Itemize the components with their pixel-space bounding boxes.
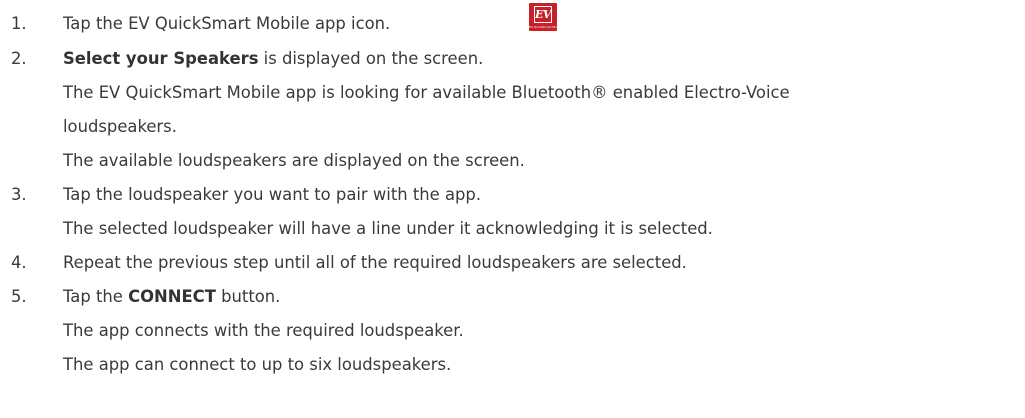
note-text: The app can connect to up to six loudspe…	[63, 355, 452, 374]
step-number: 4.	[11, 253, 27, 272]
step-text-before: Repeat the previous step until all of th…	[63, 253, 687, 272]
step-text: Select your Speakers is displayed on the…	[63, 49, 483, 69]
step-text-after: is displayed on the screen.	[258, 49, 484, 68]
step-text: Tap the CONNECT button.	[63, 287, 280, 307]
step-text-before: Tap the loudspeaker you want to pair wit…	[63, 185, 482, 204]
step-bold-text: Select your Speakers	[63, 49, 259, 68]
ev-logo-icon: EV	[534, 6, 552, 23]
step-text-after: button.	[215, 287, 281, 306]
step-text-before: Tap the EV QuickSmart Mobile app icon.	[63, 14, 391, 33]
step-text: Tap the EV QuickSmart Mobile app icon.	[63, 14, 390, 34]
step-number: 2.	[11, 49, 27, 68]
note-text: The app connects with the required louds…	[63, 321, 464, 340]
step-text-before: Tap the	[63, 287, 129, 306]
note-text: The available loudspeakers are displayed…	[63, 151, 525, 170]
step-number: 1.	[11, 14, 27, 33]
step-text: Repeat the previous step until all of th…	[63, 253, 687, 273]
note-text: The EV QuickSmart Mobile app is looking …	[63, 83, 790, 102]
step-number: 3.	[11, 185, 27, 204]
note-text: The selected loudspeaker will have a lin…	[63, 219, 713, 238]
app-icon-caption: EV QuickSmart Mobile	[529, 25, 557, 29]
step-number: 5.	[11, 287, 27, 306]
note-text: loudspeakers.	[63, 117, 177, 136]
ev-quicksmart-app-icon: EV EV QuickSmart Mobile	[529, 3, 557, 31]
step-bold-text: CONNECT	[128, 287, 216, 306]
step-text: Tap the loudspeaker you want to pair wit…	[63, 185, 481, 205]
